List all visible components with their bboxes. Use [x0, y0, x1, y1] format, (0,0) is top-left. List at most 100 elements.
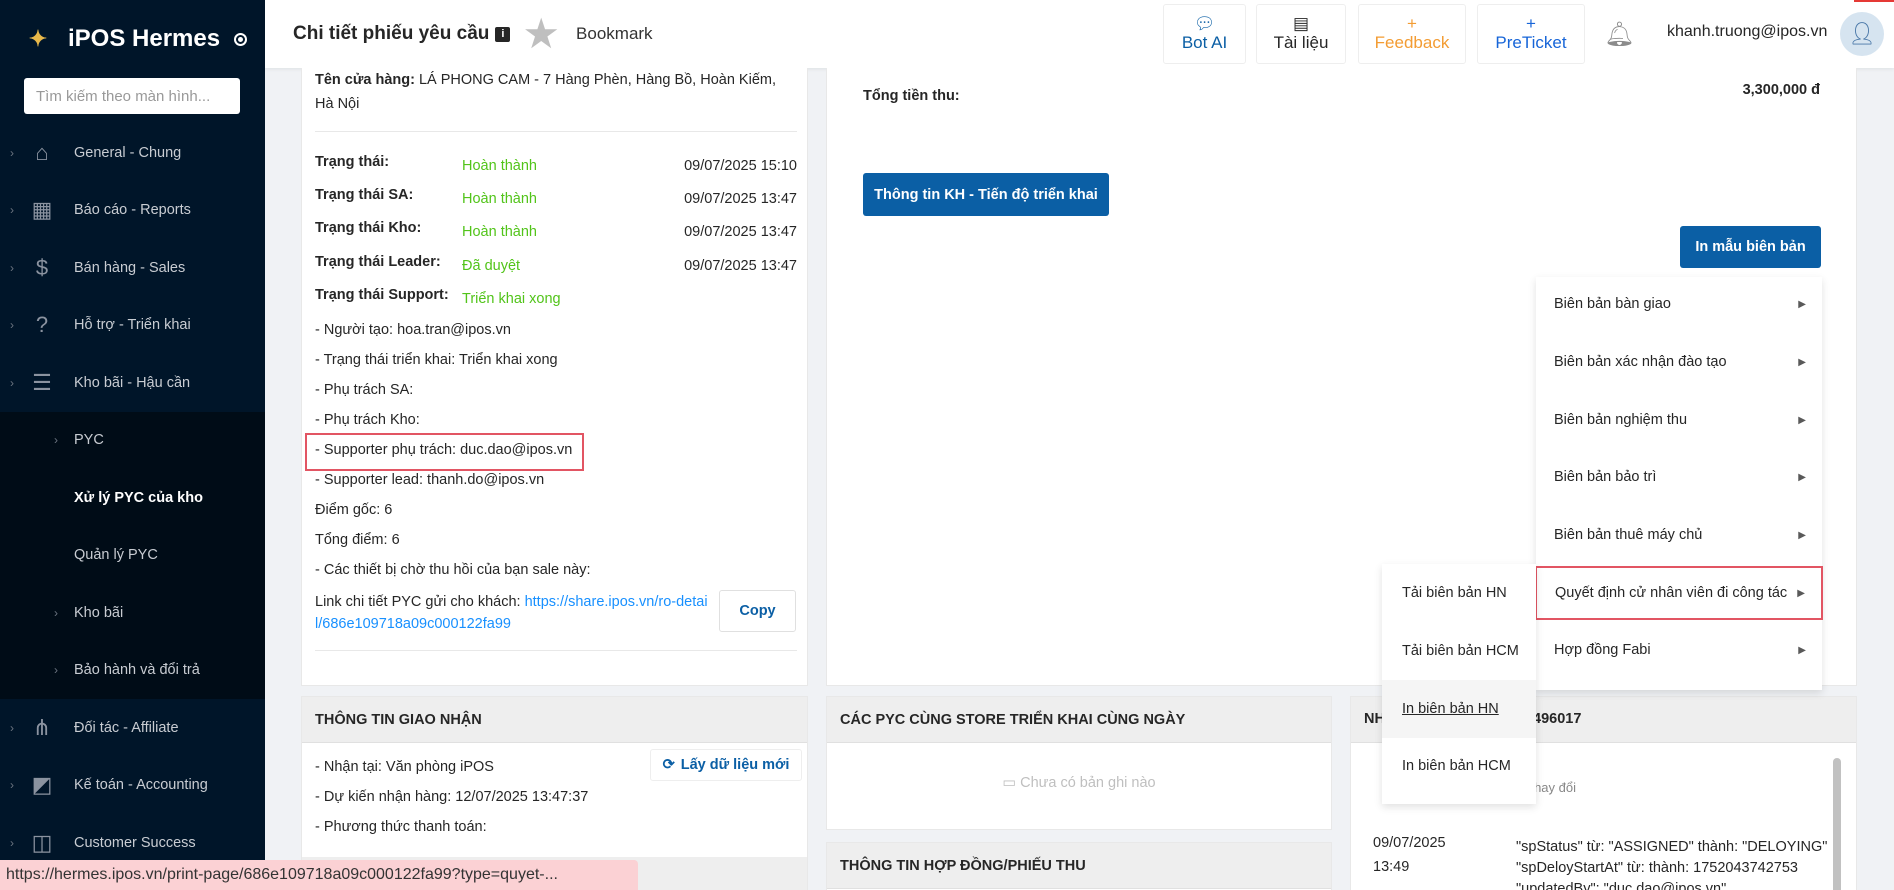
caret-right-icon: ▶	[1798, 529, 1806, 541]
sidebar-item-label: Kho bãi - Hậu cần	[74, 374, 191, 391]
empty-state: ▭ Chưa có bản ghi nào	[827, 775, 1331, 791]
status-row: Trạng thái Leader: Đã duyệt 09/07/2025 1…	[315, 254, 797, 278]
menu-item-business-trip[interactable]: Quyết định cử nhân viên đi công tác ▶	[1535, 566, 1823, 620]
question-icon: ?	[35, 312, 49, 338]
menu-item-acceptance[interactable]: Biên bản nghiệm thu ▶	[1536, 393, 1822, 447]
sidebar-subitem-warranty[interactable]: › Bảo hành và đổi trả	[0, 642, 265, 700]
menu-item-label: Quyết định cử nhân viên đi công tác	[1555, 585, 1788, 601]
chevron-right-icon: ›	[10, 835, 14, 850]
status-bar-url: https://hermes.ipos.vn/print-page/686e10…	[0, 860, 638, 890]
status-time: 09/07/2025 13:47	[684, 191, 797, 207]
bell-icon[interactable]: 🔔︎	[1604, 20, 1634, 49]
menu-item-maintenance[interactable]: Biên bản bảo trì ▶	[1536, 450, 1822, 504]
sidebar-subitem-process-pyc[interactable]: Xử lý PYC của kho	[0, 469, 265, 527]
sidebar-item-warehouse[interactable]: › ☰ Kho bãi - Hậu cần	[0, 354, 265, 412]
docs-button[interactable]: ▤ Tài liệu	[1256, 4, 1346, 64]
chevron-down-icon: ›	[10, 375, 14, 390]
print-template-button[interactable]: In mẫu biên bản	[1680, 226, 1821, 268]
status-label: Trạng thái Kho:	[315, 220, 422, 236]
feedback-label: Feedback	[1374, 33, 1450, 52]
status-value: Hoàn thành	[462, 224, 537, 240]
print-hn-item[interactable]: In biên bản HN	[1382, 680, 1536, 738]
supporter-lead-line: - Supporter lead: thanh.do@ipos.vn	[315, 472, 545, 488]
sidebar-subitem-pyc[interactable]: › PYC	[0, 412, 265, 470]
log-scrollbar[interactable]	[1833, 758, 1841, 890]
sidebar-subitem-warehouse[interactable]: › Kho bãi	[0, 584, 265, 642]
menu-item-server-rental[interactable]: Biên bản thuê máy chủ ▶	[1536, 508, 1822, 562]
total-value: 3,300,000 đ	[1742, 82, 1820, 98]
sidebar-search-input[interactable]	[24, 78, 240, 114]
avatar[interactable]: 👤︎	[1840, 12, 1884, 56]
divider	[315, 650, 797, 651]
status-value: Hoàn thành	[462, 158, 537, 174]
bookmark-label[interactable]: Bookmark	[576, 24, 653, 44]
chevron-right-icon: ›	[10, 318, 14, 333]
star-icon[interactable]: ★	[522, 13, 560, 55]
log-time: 13:49	[1373, 859, 1410, 875]
chevron-right-icon: ›	[10, 260, 14, 275]
sidebar-item-affiliate[interactable]: › ⋔ Đối tác - Affiliate	[0, 699, 265, 757]
refresh-button[interactable]: ⟳ Lấy dữ liệu mới	[650, 749, 802, 781]
status-row: Trạng thái: Hoàn thành 09/07/2025 15:10	[315, 154, 797, 178]
sidebar-item-support[interactable]: › ? Hỗ trợ - Triển khai	[0, 297, 265, 355]
sidebar: ✦ iPOS Hermes › ⌂ General - Chung › ▦ Bá…	[0, 0, 265, 890]
warehouse-icon: ☰	[32, 369, 52, 395]
menu-item-handover[interactable]: Biên bản bàn giao ▶	[1536, 277, 1822, 331]
info-icon[interactable]: i	[495, 26, 511, 42]
sidebar-item-label: General - Chung	[74, 144, 182, 161]
caret-right-icon: ▶	[1798, 644, 1806, 656]
print-template-menu: Biên bản bàn giao ▶ Biên bản xác nhận đào…	[1535, 277, 1823, 690]
chevron-right-icon: ›	[54, 433, 58, 448]
sidebar-item-accounting[interactable]: › ◩ Kế toán - Accounting	[0, 757, 265, 815]
download-hcm-item[interactable]: Tải biên bản HCM	[1382, 622, 1536, 680]
print-hcm-item[interactable]: In biên bản HCM	[1382, 737, 1536, 795]
brand[interactable]: ✦ iPOS Hermes	[0, 0, 265, 78]
customer-progress-button[interactable]: Thông tin KH - Tiến độ triển khai	[863, 173, 1109, 216]
menu-item-training[interactable]: Biên bản xác nhận đào tạo ▶	[1536, 335, 1822, 389]
total-label: Tổng tiền thu:	[863, 88, 960, 104]
chat-icon: 💬︎	[1193, 14, 1216, 33]
divider	[315, 131, 797, 132]
total-score-line: Tổng điểm: 6	[315, 532, 400, 548]
preticket-button[interactable]: + PreTicket	[1477, 4, 1585, 64]
menu-item-fabi-contract[interactable]: Hợp đồng Fabi ▶	[1536, 623, 1822, 677]
docs-label: Tài liệu	[1273, 33, 1329, 52]
sidebar-item-reports[interactable]: › ▦ Báo cáo - Reports	[0, 182, 265, 240]
download-hn-item[interactable]: Tải biên bản HN	[1382, 564, 1536, 622]
expected-date-line: - Dự kiến nhận hàng: 12/07/2025 13:47:37	[315, 789, 589, 805]
share-link-cont[interactable]: l/686e109718a09c000122fa99	[315, 616, 511, 632]
status-label: Trạng thái Leader:	[315, 254, 441, 270]
log-change: "spStatus" từ: "ASSIGNED" thành: "DELOYI…	[1516, 839, 1828, 855]
sidebar-item-general[interactable]: › ⌂ General - Chung	[0, 124, 265, 182]
copy-button[interactable]: Copy	[719, 590, 796, 632]
supporter-highlight	[305, 433, 584, 471]
status-label: Trạng thái Support:	[315, 287, 449, 303]
menu-item-label: Hợp đồng Fabi	[1554, 642, 1651, 658]
menu-item-label: Biên bản nghiệm thu	[1554, 412, 1688, 428]
sidebar-subitem-manage-pyc[interactable]: Quản lý PYC	[0, 527, 265, 585]
customer-icon: ◫	[31, 829, 53, 855]
caret-right-icon: ▶	[1798, 298, 1806, 310]
bot-ai-button[interactable]: 💬︎ Bot AI	[1163, 4, 1246, 64]
sidebar-item-label: Hỗ trợ - Triển khai	[74, 317, 191, 334]
radio-icon[interactable]	[234, 32, 248, 46]
sidebar-item-sales[interactable]: › $ Bán hàng - Sales	[0, 239, 265, 297]
request-detail-card: Tên cửa hàng: LÁ PHONG CAM - 7 Hàng Phèn…	[301, 68, 808, 686]
share-link-label: Link chi tiết PYC gửi cho khách:	[315, 594, 521, 610]
sidebar-search	[0, 78, 265, 114]
status-time: 09/07/2025 15:10	[684, 158, 797, 174]
share-link[interactable]: https://share.ipos.vn/ro-detai	[525, 594, 708, 610]
dollar-icon: $	[35, 254, 49, 280]
deploy-status-line: - Trạng thái triển khai: Triển khai xong	[315, 352, 558, 368]
top-edge-accent	[1854, 0, 1894, 2]
menu-item-label: Biên bản bảo trì	[1554, 469, 1657, 485]
base-score-line: Điểm gốc: 6	[315, 502, 393, 518]
menu-item-label: Biên bản xác nhận đào tạo	[1554, 354, 1727, 370]
user-email[interactable]: khanh.truong@ipos.vn	[1667, 23, 1827, 41]
sidebar-item-label: Customer Success	[74, 834, 196, 851]
page-title: Chi tiết phiếu yêu cầu i	[293, 23, 511, 45]
payment-line: - Phương thức thanh toán:	[315, 819, 487, 835]
feedback-button[interactable]: + Feedback	[1358, 4, 1466, 64]
caret-right-icon: ▶	[1798, 414, 1806, 426]
pickup-line: - Nhận tại: Văn phòng iPOS	[315, 759, 494, 775]
